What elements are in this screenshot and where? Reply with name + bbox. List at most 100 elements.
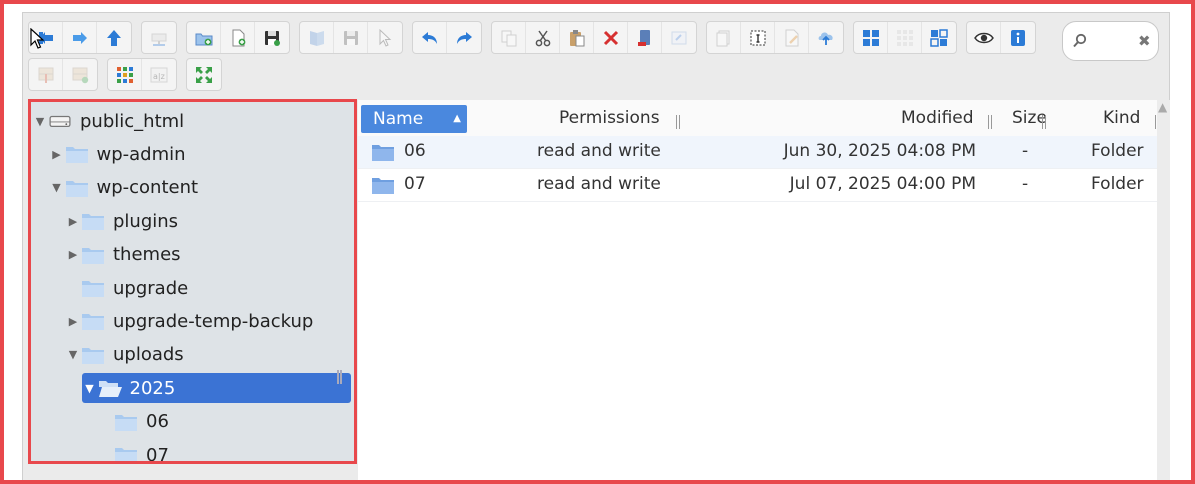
save-disabled-button[interactable]	[334, 22, 368, 53]
column-header-kind[interactable]: Kind	[1103, 108, 1140, 128]
view-small-buttons-icon[interactable]	[888, 22, 922, 53]
open-button[interactable]	[300, 22, 334, 53]
paste-button[interactable]	[560, 22, 594, 53]
toolbar-group: a|z	[107, 58, 177, 91]
cut-button[interactable]	[526, 22, 560, 53]
empty-trash-icon	[637, 29, 650, 46]
folder-icon	[82, 214, 104, 231]
expand-arrow-icon[interactable]: ▶	[65, 215, 81, 228]
extract-button[interactable]	[29, 59, 63, 90]
duplicate-icon	[716, 30, 729, 46]
toolbar-group	[853, 21, 957, 54]
folder-icon	[115, 414, 137, 431]
paste-icon	[569, 29, 584, 46]
edit-button[interactable]	[775, 22, 809, 53]
tree-item-wp-content[interactable]: ▼ wp-content	[49, 173, 198, 203]
toolbar-group	[966, 21, 1036, 54]
collapse-arrow-icon[interactable]: ▼	[82, 382, 98, 395]
edit-icon	[785, 29, 798, 46]
file-list: Name ▲ Permissions Modified Size Kind 06…	[358, 100, 1158, 482]
grid-view-icon	[116, 66, 133, 83]
tree-item-label: wp-admin	[96, 143, 186, 165]
tree-resize-handle[interactable]	[337, 370, 342, 384]
copy-button[interactable]	[492, 22, 526, 53]
list-header: Name ▲ Permissions Modified Size Kind	[358, 100, 1158, 137]
scrollbar[interactable]: ▲	[1157, 100, 1170, 480]
upload-icon	[818, 31, 833, 45]
delete-button[interactable]	[594, 22, 628, 53]
up-button[interactable]	[97, 22, 131, 53]
view-small-icons-icon	[896, 29, 913, 46]
undo-button[interactable]	[413, 22, 447, 53]
new-folder-icon	[195, 33, 212, 45]
column-resize-handle[interactable]	[1042, 115, 1046, 129]
collapse-arrow-icon[interactable]: ▼	[49, 181, 65, 194]
mount-drive-button[interactable]	[142, 22, 176, 53]
cell-name: 07	[404, 174, 426, 194]
sort-az-button[interactable]: a|z	[142, 59, 176, 90]
preview-button[interactable]	[967, 22, 1001, 53]
rename-button[interactable]	[662, 22, 696, 53]
drive-icon	[49, 115, 71, 128]
folder-icon	[65, 180, 88, 197]
delete-icon	[603, 30, 618, 45]
folder-open-icon	[98, 381, 122, 398]
folder-icon	[82, 281, 104, 297]
info-button[interactable]	[1001, 22, 1035, 53]
folder-icon	[65, 147, 88, 164]
cell-permissions: read and write	[537, 174, 661, 194]
expand-arrow-icon[interactable]: ▶	[65, 315, 81, 328]
tree-item-label: upgrade	[113, 277, 189, 299]
collapse-arrow-icon[interactable]: ▼	[32, 115, 48, 128]
extract-icon	[38, 67, 53, 83]
toolbar-group	[186, 21, 290, 54]
upload-button[interactable]	[809, 22, 843, 53]
grid-view-button[interactable]	[108, 59, 142, 90]
tree-item-wp-admin[interactable]: ▶ wp-admin	[49, 139, 186, 169]
table-row[interactable]: 07 read and write Jul 07, 2025 04:00 PM - Fo…	[358, 169, 1158, 202]
sort-az-icon: a|z	[150, 67, 168, 82]
column-resize-handle[interactable]	[676, 115, 680, 129]
new-file-button[interactable]	[221, 22, 255, 53]
collapse-arrow-icon[interactable]: ▼	[65, 348, 81, 361]
tree-item-uploads[interactable]: ▼ uploads	[65, 340, 184, 370]
tree-item-06[interactable]: 06	[98, 407, 169, 437]
tree-item-2025[interactable]: ▼ 2025	[81, 373, 351, 404]
archive-button[interactable]	[63, 59, 97, 90]
column-header-permissions[interactable]: Permissions	[559, 108, 660, 128]
expand-arrow-icon[interactable]: ▶	[49, 148, 65, 161]
clear-search-icon[interactable]: ✖	[1138, 32, 1151, 50]
table-row[interactable]: 06 read and write Jun 30, 2025 04:08 PM - Fo…	[358, 136, 1158, 169]
fullscreen-button[interactable]	[187, 59, 221, 90]
tree-item-label: 07	[146, 444, 169, 463]
view-tiles-button[interactable]	[922, 22, 956, 53]
search-input[interactable]	[1093, 30, 1139, 54]
expand-arrow-icon[interactable]: ▶	[65, 248, 81, 261]
redo-button[interactable]	[447, 22, 481, 53]
column-header-modified[interactable]: Modified	[901, 108, 974, 128]
tree-item-plugins[interactable]: ▶ plugins	[65, 206, 178, 236]
tree-item-07[interactable]: 07	[98, 440, 169, 463]
mouse-cursor-icon	[30, 28, 45, 49]
info-frame-button[interactable]	[741, 22, 775, 53]
forward-button[interactable]	[63, 22, 97, 53]
tree-item-themes[interactable]: ▶ themes	[65, 240, 181, 270]
select-icon	[379, 28, 392, 47]
archive-icon	[72, 67, 89, 83]
tree-item-upgrade[interactable]: upgrade	[65, 273, 188, 303]
duplicate-button[interactable]	[707, 22, 741, 53]
save-button[interactable]	[255, 22, 289, 53]
column-resize-handle[interactable]	[988, 115, 992, 129]
tree-item-public_html[interactable]: ▼ public_html	[32, 106, 184, 136]
column-header-name[interactable]: Name ▲	[361, 105, 467, 133]
view-buttons-icon[interactable]	[854, 22, 888, 53]
tree-item-upgrade-temp-backup[interactable]: ▶ upgrade-temp-backup	[65, 306, 314, 336]
new-folder-button[interactable]	[187, 22, 221, 53]
empty-trash-button[interactable]	[628, 22, 662, 53]
folder-icon	[115, 448, 137, 462]
scroll-up-icon[interactable]: ▲	[1158, 100, 1167, 114]
search-box[interactable]: ✖	[1062, 21, 1159, 61]
cell-permissions: read and write	[537, 141, 661, 161]
forward-icon	[72, 31, 87, 44]
select-button[interactable]	[368, 22, 402, 53]
